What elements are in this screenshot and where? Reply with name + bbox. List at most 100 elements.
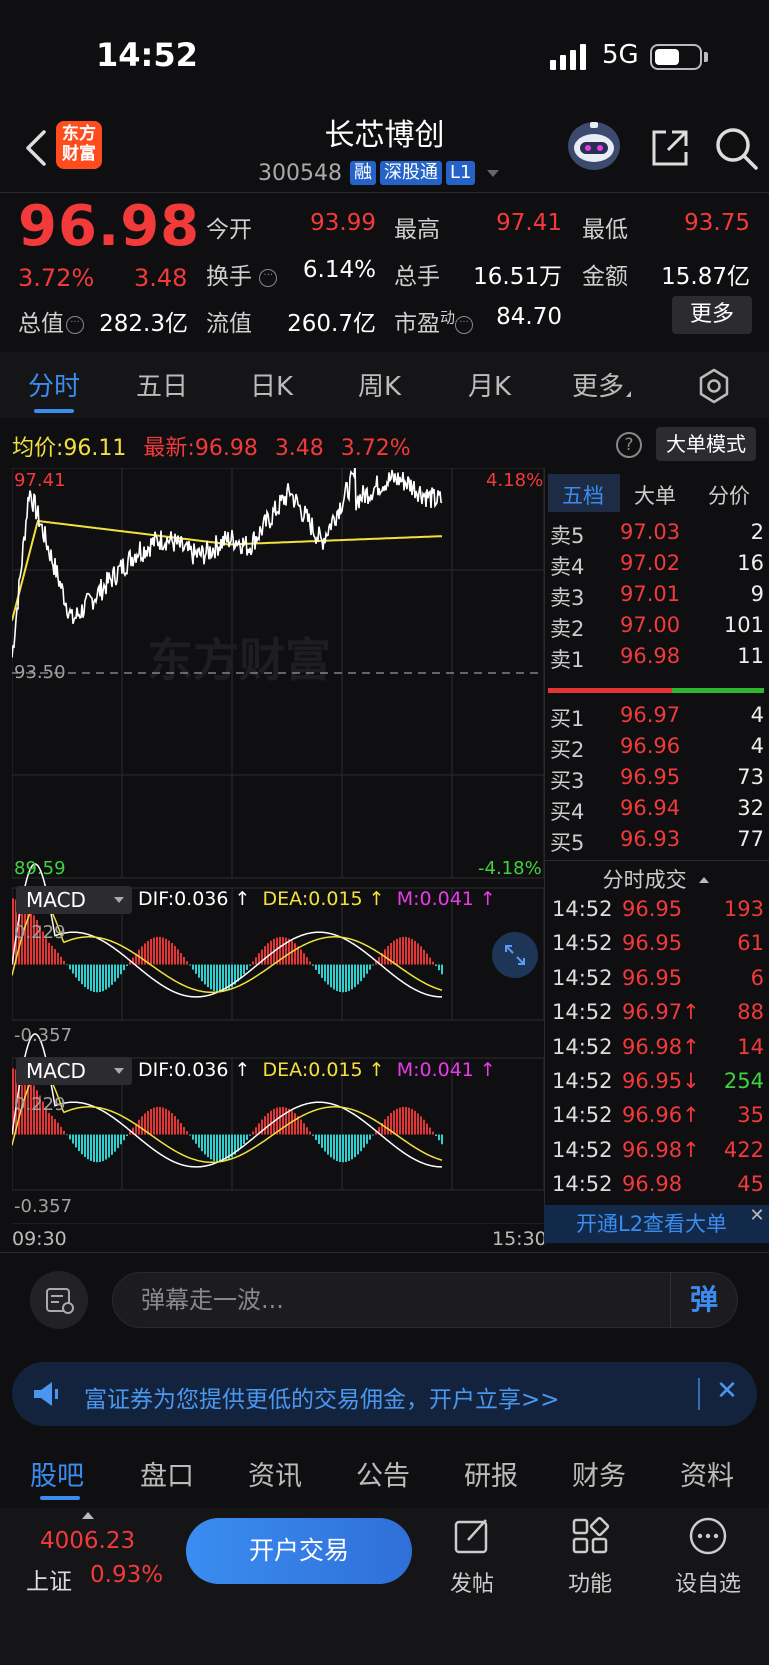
amount-value: 15.87亿 <box>661 264 750 290</box>
info-icon[interactable]: ··· <box>66 316 84 334</box>
tick-row: 14:52 96.95 193 <box>552 897 764 927</box>
amount-label: 金额 <box>582 264 628 290</box>
info-icon[interactable]: ··· <box>259 269 278 287</box>
bid-row[interactable]: 买3 96.95 73 <box>550 765 764 793</box>
price-line <box>12 468 443 658</box>
tab-finance[interactable]: 财务 <box>572 1454 626 1493</box>
macd2-top-label: 0.229 <box>14 1094 66 1115</box>
help-icon[interactable]: ? <box>616 432 642 458</box>
ask-row[interactable]: 卖5 97.03 2 <box>550 520 764 548</box>
robot-assistant-icon[interactable] <box>564 118 624 174</box>
tick-row: 14:52 96.95 61 <box>552 931 764 961</box>
ask-price: 97.00 <box>620 613 681 637</box>
battery-icon <box>650 44 702 70</box>
l2-upgrade-banner[interactable]: 开通L2查看大单 <box>544 1205 769 1243</box>
bid-row[interactable]: 买1 96.97 4 <box>550 703 764 731</box>
index-value[interactable]: 4006.23 <box>40 1528 135 1554</box>
tab-weekly-k[interactable]: 周K <box>358 366 401 403</box>
close-icon[interactable]: ✕ <box>746 1205 768 1227</box>
bid-label: 买4 <box>550 800 585 824</box>
tab-research[interactable]: 研报 <box>464 1454 518 1493</box>
watermark: 东方财富 <box>147 633 331 687</box>
tab-five-day[interactable]: 五日 <box>136 366 188 403</box>
tab-more[interactable]: 更多 <box>572 366 632 403</box>
bid-label: 买3 <box>550 769 585 793</box>
tab-five-level[interactable]: 五档 <box>562 480 604 510</box>
index-percent[interactable]: 0.93% <box>90 1562 163 1588</box>
avg-price-row: 均价:96.11 最新:96.98 3.48 3.72% <box>12 436 411 461</box>
ask-label: 卖4 <box>550 555 585 579</box>
tab-monthly-k[interactable]: 月K <box>468 366 511 403</box>
bid-volume: 73 <box>737 765 764 789</box>
badge-level: L1 <box>445 161 476 185</box>
ticks-title[interactable]: 分时成交 <box>548 864 764 894</box>
share-icon[interactable] <box>648 126 692 170</box>
bid-volume: 4 <box>750 734 764 758</box>
tab-intraday[interactable]: 分时 <box>28 366 80 403</box>
signal-icon <box>550 44 592 70</box>
ask-row[interactable]: 卖1 96.98 11 <box>550 644 764 672</box>
bid-price: 96.96 <box>620 734 681 758</box>
danmu-send-button[interactable]: 弹 <box>670 1272 738 1328</box>
bid-row[interactable]: 买2 96.96 4 <box>550 734 764 762</box>
danmu-input[interactable]: 弹幕走一波... <box>112 1272 672 1328</box>
big-order-mode-button[interactable]: 大单模式 <box>656 427 756 461</box>
bid-row[interactable]: 买4 96.94 32 <box>550 796 764 824</box>
bid-price: 96.97 <box>620 703 681 727</box>
ask-volume: 16 <box>737 551 764 575</box>
expand-icon[interactable] <box>492 932 538 978</box>
turnover-label: 换手 ··· <box>206 257 278 291</box>
grid-icon <box>572 1516 610 1554</box>
gear-icon[interactable] <box>696 368 732 404</box>
add-watchlist-button[interactable]: 设自选 <box>668 1516 748 1598</box>
ask-row[interactable]: 卖2 97.00 101 <box>550 613 764 641</box>
float-cap-label: 流值 <box>206 311 252 337</box>
tick-price: 96.98↑ <box>622 1034 700 1059</box>
tick-time: 14:52 <box>552 1137 613 1162</box>
macd-bottom-label: -0.357 <box>14 1025 73 1046</box>
index-name[interactable]: 上证 <box>26 1562 72 1596</box>
low-label: 最低 <box>582 217 628 243</box>
tick-time: 14:52 <box>552 1034 613 1059</box>
tick-row: 14:52 96.96↑ 35 <box>552 1103 764 1133</box>
search-icon[interactable] <box>712 124 760 172</box>
open-account-trade-button[interactable]: 开户交易 <box>186 1518 412 1584</box>
tick-volume: 14 <box>737 1034 764 1059</box>
bid-label: 买1 <box>550 707 585 731</box>
chart-pct-low-label: -4.18% <box>478 858 542 879</box>
badge-connect: 深股通 <box>379 161 442 185</box>
danmu-toggle-icon[interactable] <box>30 1271 88 1329</box>
stock-code-row[interactable]: 300548 融 深股通 L1 <box>258 158 500 188</box>
tab-daily-k[interactable]: 日K <box>250 366 293 403</box>
bid-volume: 77 <box>737 827 764 851</box>
post-button[interactable]: 发帖 <box>432 1516 512 1598</box>
ask-label: 卖3 <box>550 586 585 610</box>
intraday-chart[interactable]: 东方财富 <box>12 468 544 1224</box>
macd-indicator-select[interactable]: MACD <box>16 886 132 914</box>
tick-volume: 6 <box>750 965 764 990</box>
tab-profile[interactable]: 资料 <box>680 1454 734 1493</box>
chart-low-label: 89.59 <box>14 858 66 879</box>
tick-volume: 35 <box>737 1103 764 1128</box>
tab-price-dist[interactable]: 分价 <box>708 480 750 510</box>
tab-big-order[interactable]: 大单 <box>634 480 676 510</box>
tick-volume: 88 <box>737 1000 764 1025</box>
tab-news[interactable]: 资讯 <box>248 1454 302 1493</box>
promo-text[interactable]: 富证券为您提供更低的交易佣金，开户立享>> <box>84 1380 560 1414</box>
tab-forum[interactable]: 股吧 <box>30 1454 84 1493</box>
ask-row[interactable]: 卖4 97.02 16 <box>550 551 764 579</box>
tab-announcements[interactable]: 公告 <box>356 1454 410 1493</box>
tick-volume: 61 <box>737 931 764 956</box>
bid-row[interactable]: 买5 96.93 77 <box>550 827 764 855</box>
macd-indicator-select-2[interactable]: MACD <box>16 1057 132 1085</box>
ask-row[interactable]: 卖3 97.01 9 <box>550 582 764 610</box>
close-icon[interactable]: ✕ <box>712 1376 742 1406</box>
more-button[interactable]: 更多 <box>672 296 752 334</box>
info-icon[interactable]: ··· <box>455 316 474 334</box>
functions-button[interactable]: 功能 <box>550 1516 630 1598</box>
high-label: 最高 <box>394 217 440 243</box>
chart-high-label: 97.41 <box>14 470 66 491</box>
tick-volume: 254 <box>723 1069 764 1093</box>
tick-price: 96.96↑ <box>622 1103 700 1128</box>
tab-market-depth[interactable]: 盘口 <box>140 1454 194 1493</box>
